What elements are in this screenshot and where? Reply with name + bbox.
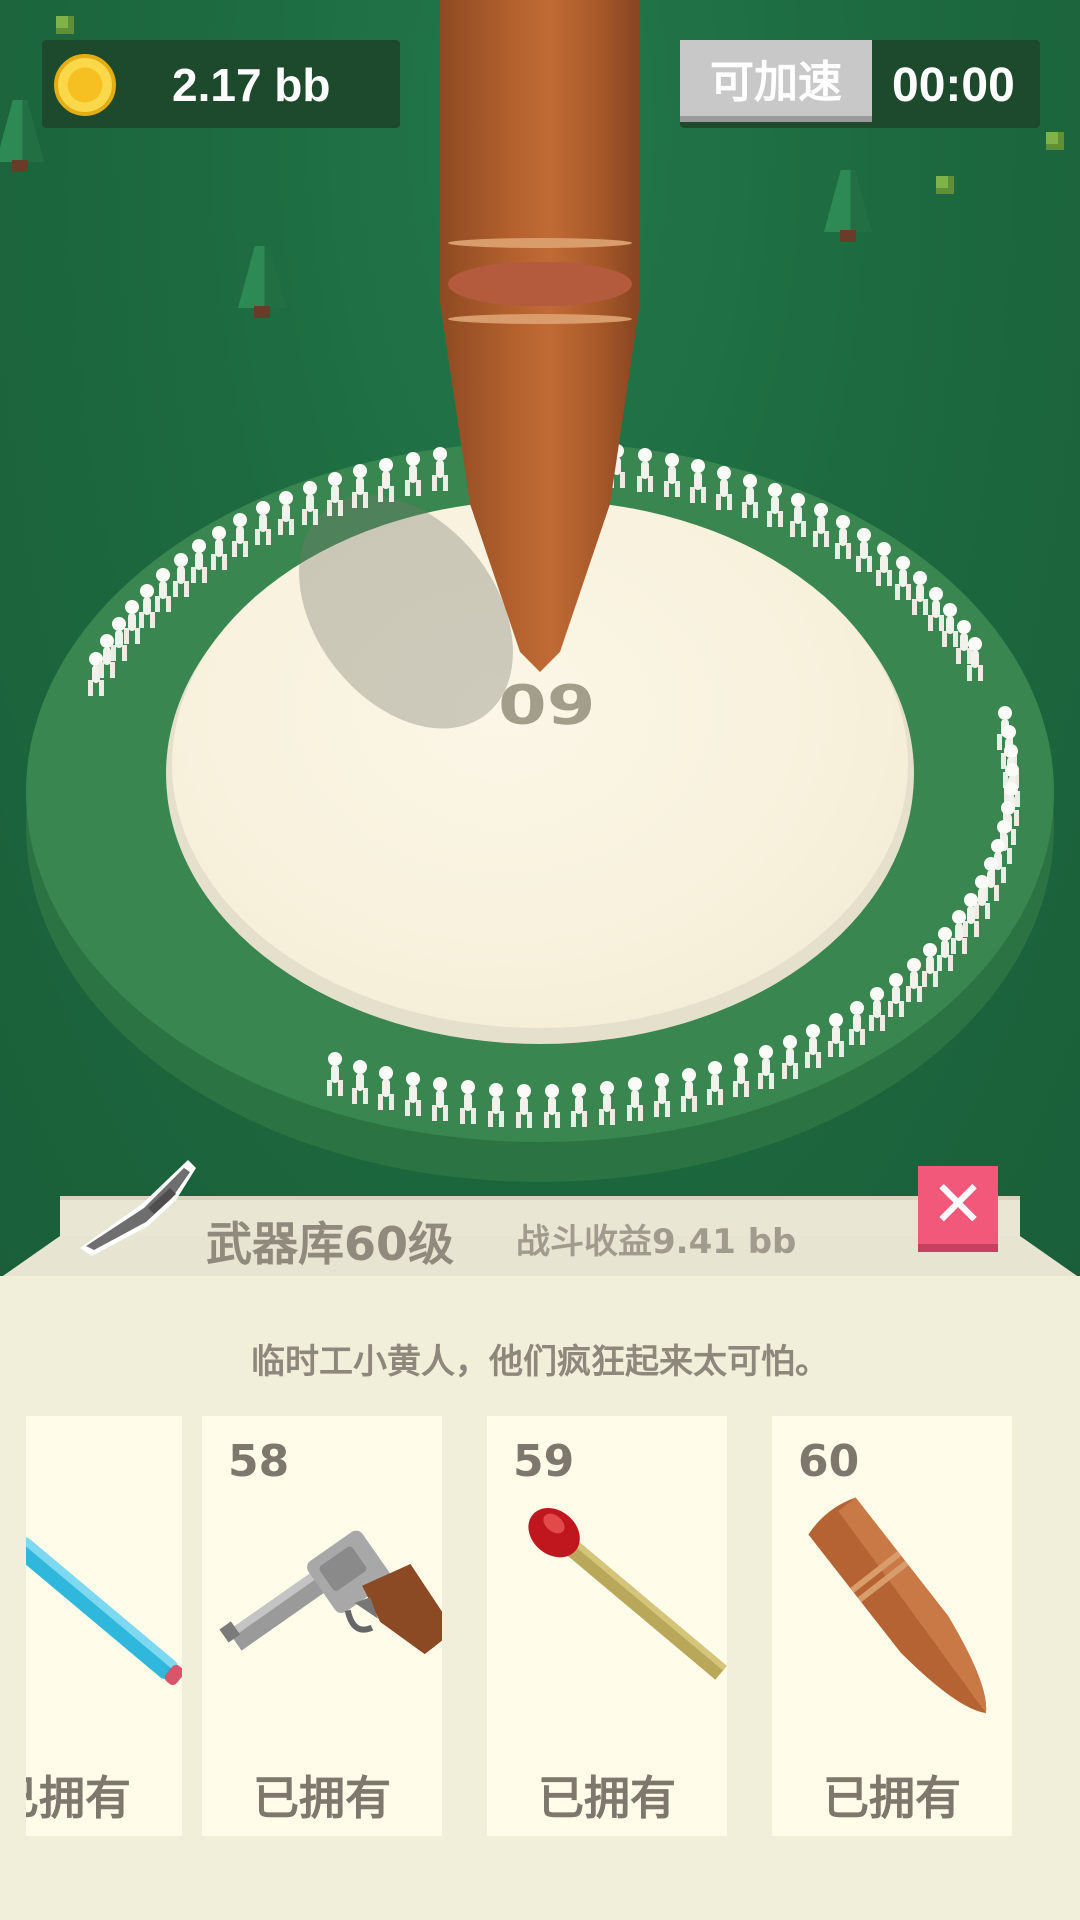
crowd-person <box>885 973 907 1018</box>
speed-up-button[interactable]: 可加速 <box>680 40 872 122</box>
crowd-person <box>324 1051 346 1096</box>
crowd-person <box>596 1080 618 1125</box>
arena-level-number: 60 <box>498 671 596 735</box>
crowd-person <box>349 464 371 509</box>
crowd-person <box>678 1067 700 1112</box>
crowd-person <box>457 1080 479 1125</box>
weapon-card[interactable]: 已拥有 <box>26 1416 182 1836</box>
weapon-level: 60 <box>798 1436 860 1487</box>
weapon-level: 59 <box>513 1436 575 1487</box>
speed-timer: 00:00 <box>892 59 1015 112</box>
grass-cube <box>56 16 74 34</box>
owned-status: 已拥有 <box>253 1771 391 1825</box>
battle-earnings: 战斗收益9.41 bb <box>516 1222 797 1262</box>
speed-panel: 可加速 00:00 <box>680 40 1040 128</box>
crowd-person <box>764 482 786 527</box>
coin-balance: 2.17 bb <box>172 59 331 111</box>
crowd-person <box>402 451 424 496</box>
weapon-card[interactable]: 58 已拥有 <box>202 1416 442 1836</box>
crowd-person <box>349 1059 371 1104</box>
close-x-icon: ✕ <box>931 1168 985 1242</box>
crowd-person <box>299 480 321 525</box>
crowd-person <box>739 473 761 518</box>
crowd-person <box>275 490 297 535</box>
crowd-person <box>229 513 251 558</box>
crowd-person <box>375 1066 397 1111</box>
crowd-person <box>651 1073 673 1118</box>
crowd-person <box>825 1012 847 1057</box>
crowd-person <box>375 457 397 502</box>
grass-cube <box>1046 132 1064 150</box>
crowd-person <box>485 1082 507 1127</box>
owned-status: 已拥有 <box>26 1771 131 1825</box>
crowd-person <box>787 492 809 537</box>
crowd-person <box>624 1077 646 1122</box>
crowd-person <box>513 1083 535 1128</box>
game-scene[interactable]: 60 <box>0 0 1080 1290</box>
crowd-person <box>832 515 854 560</box>
crowd-person <box>429 1076 451 1121</box>
bullet-weapon <box>440 0 640 672</box>
panel-description: 临时工小黄人，他们疯狂起来太可怕。 <box>251 1342 829 1382</box>
coin-panel: 2.17 bb <box>42 40 400 128</box>
owned-status: 已拥有 <box>823 1771 961 1825</box>
crowd-person <box>661 452 683 497</box>
crowd-person <box>964 637 986 682</box>
knife-icon <box>80 1160 196 1256</box>
crowd-person <box>568 1082 590 1127</box>
crowd-person <box>687 458 709 503</box>
crowd-person <box>755 1044 777 1089</box>
crowd-person <box>704 1060 726 1105</box>
gold-coin-icon <box>54 54 116 116</box>
weapon-card[interactable]: 59 已拥有 <box>487 1416 727 1836</box>
crowd-person <box>779 1035 801 1080</box>
panel-title: 武器库60级 <box>206 1217 455 1271</box>
crowd-person <box>730 1053 752 1098</box>
weapon-level: 58 <box>228 1436 290 1487</box>
weapon-card[interactable]: 60 已拥有 <box>772 1416 1012 1836</box>
crowd-person <box>402 1072 424 1117</box>
crowd-person <box>853 528 875 573</box>
crowd-person <box>810 503 832 548</box>
crowd-person <box>324 472 346 517</box>
crowd-person <box>846 1000 868 1045</box>
crowd-person <box>802 1024 824 1069</box>
crowd-person <box>866 987 888 1032</box>
crowd-person <box>541 1083 563 1128</box>
crowd-person <box>252 501 274 546</box>
crowd-person <box>713 465 735 510</box>
owned-status: 已拥有 <box>538 1771 676 1825</box>
close-button[interactable]: ✕ <box>918 1166 998 1252</box>
crowd-person <box>188 539 210 584</box>
crowd-person <box>208 525 230 570</box>
grass-cube <box>936 176 954 194</box>
